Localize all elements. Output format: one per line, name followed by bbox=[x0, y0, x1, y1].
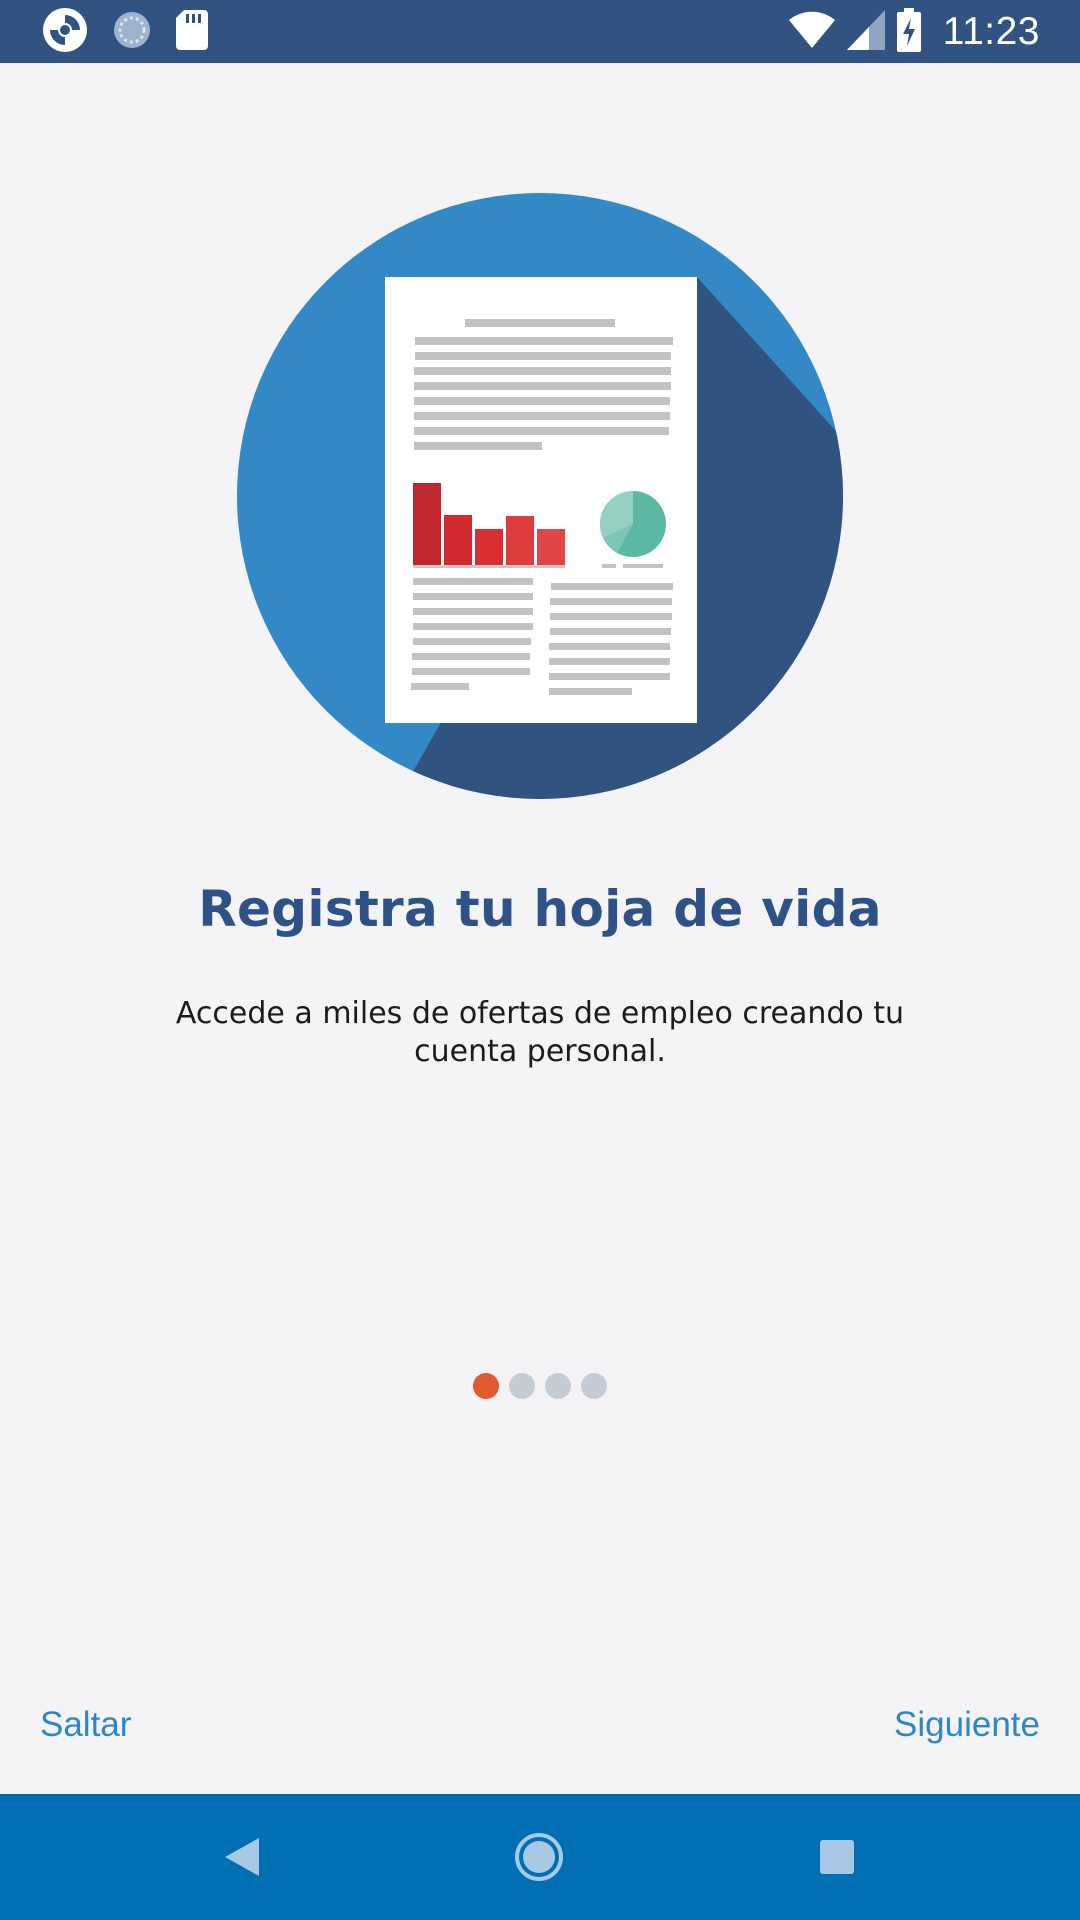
status-right-icons: 11:23 bbox=[788, 6, 1040, 58]
onboarding-subtitle: Accede a miles de ofertas de empleo crea… bbox=[175, 996, 905, 1069]
home-icon[interactable] bbox=[506, 1824, 572, 1890]
status-left-icons bbox=[42, 7, 208, 57]
battery-charging-icon bbox=[896, 8, 921, 56]
sync-icon bbox=[112, 10, 152, 54]
cell-signal-icon bbox=[846, 10, 885, 54]
page-dot-4[interactable] bbox=[581, 1373, 607, 1399]
resume-document-icon bbox=[237, 193, 843, 799]
page-dot-3[interactable] bbox=[545, 1373, 571, 1399]
sd-card-icon bbox=[176, 10, 208, 54]
back-icon[interactable] bbox=[209, 1824, 275, 1890]
app-logo-icon bbox=[42, 7, 88, 57]
recents-icon[interactable] bbox=[804, 1824, 870, 1890]
wifi-icon bbox=[788, 10, 835, 54]
page-indicator bbox=[0, 1373, 1080, 1399]
status-time: 11:23 bbox=[942, 10, 1040, 53]
navigation-bar bbox=[0, 1794, 1080, 1920]
onboarding-screen: Registra tu hoja de vida Accede a miles … bbox=[0, 63, 1080, 1794]
status-bar: 11:23 bbox=[0, 0, 1080, 63]
skip-button[interactable]: Saltar bbox=[40, 1705, 131, 1745]
page-dot-2[interactable] bbox=[509, 1373, 535, 1399]
onboarding-title: Registra tu hoja de vida bbox=[198, 880, 882, 938]
page-dot-1[interactable] bbox=[473, 1373, 499, 1399]
next-button[interactable]: Siguiente bbox=[894, 1705, 1040, 1745]
